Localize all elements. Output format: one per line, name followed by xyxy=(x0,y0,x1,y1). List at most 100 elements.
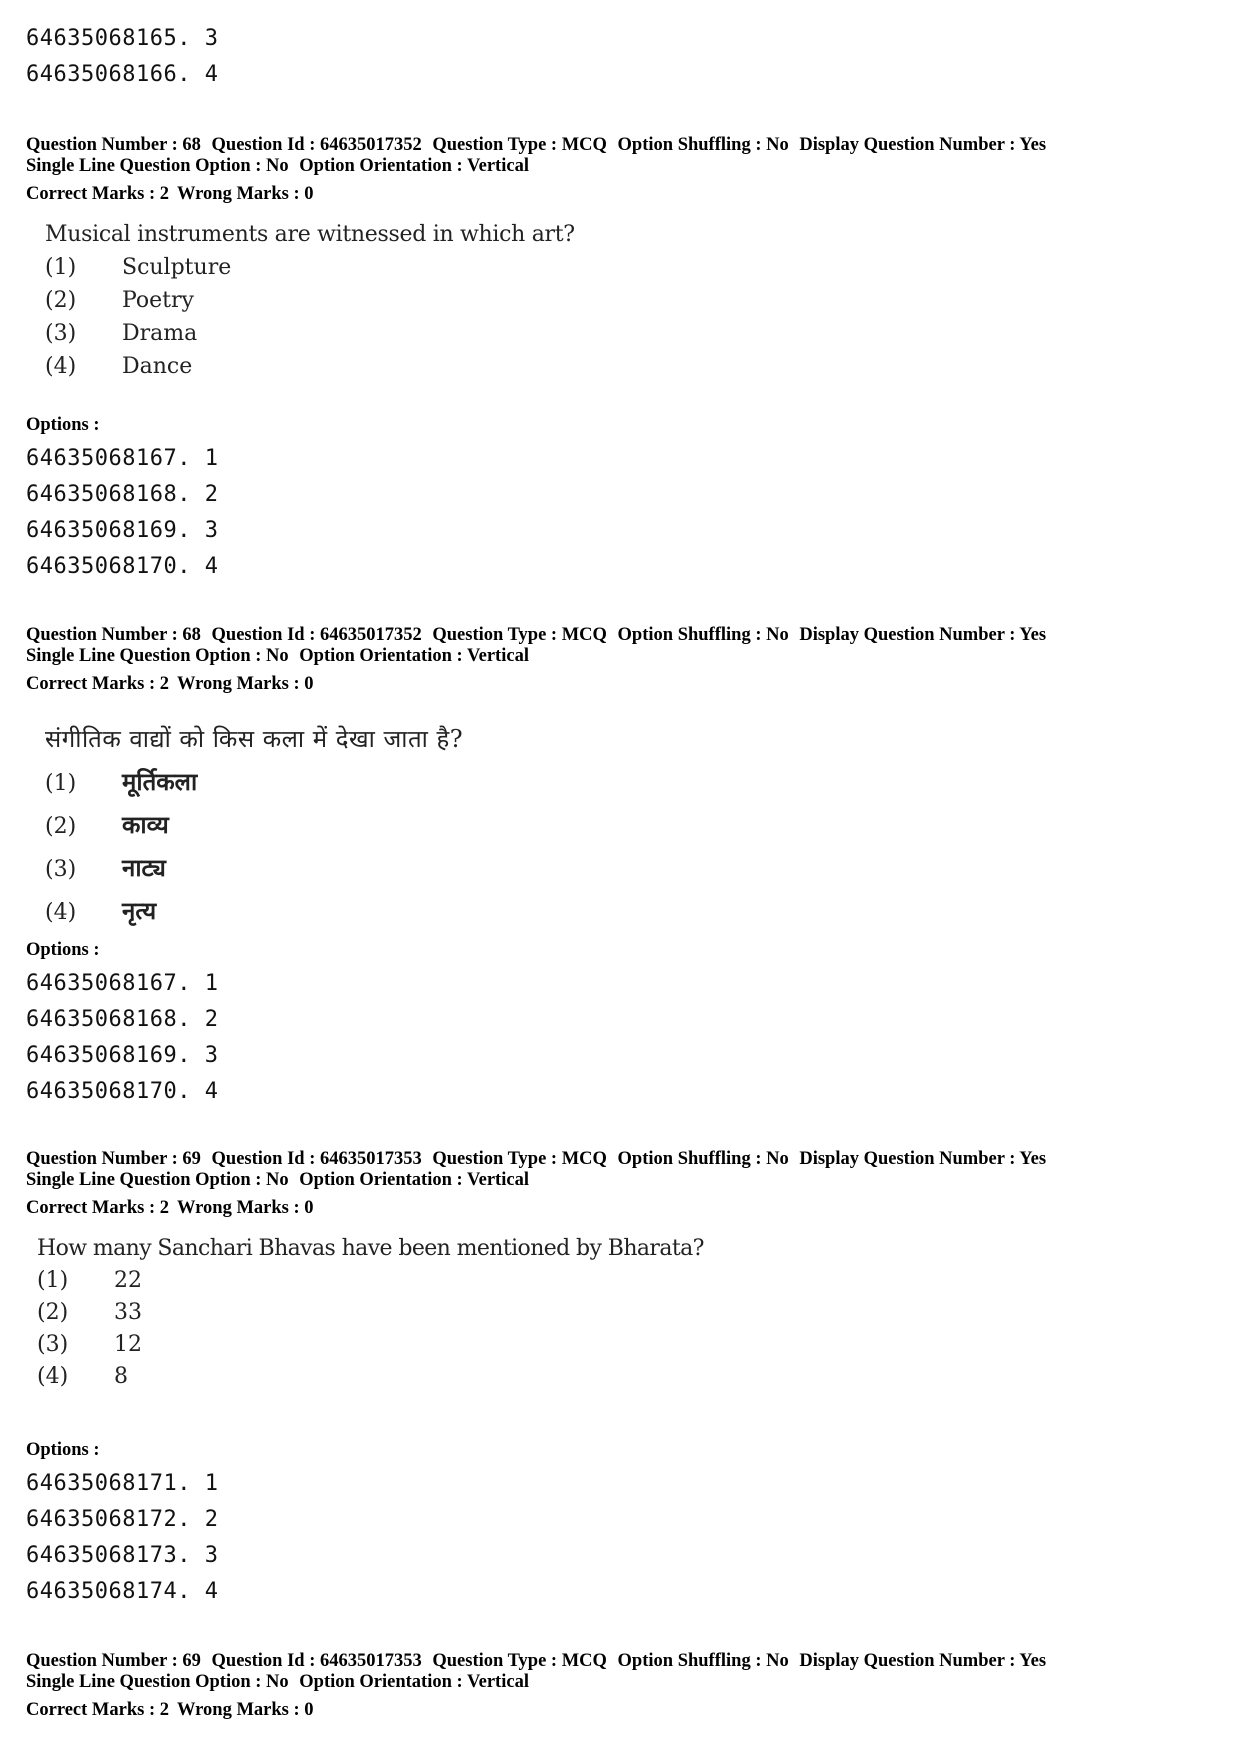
choice-text: काव्य xyxy=(122,810,169,839)
option-number: 1 xyxy=(204,1471,219,1496)
option-number: 1 xyxy=(204,971,219,996)
single-line-option: Single Line Question Option : No xyxy=(26,646,289,666)
options-label: Options : xyxy=(26,1440,100,1460)
choice-number: (4) xyxy=(37,1364,69,1389)
choice-item: (1) मूर्तिकला xyxy=(45,765,463,798)
choice-item: (3) Drama xyxy=(45,321,575,346)
choice-text: 8 xyxy=(114,1364,128,1389)
option-id-line: 64635068168. 2 xyxy=(26,1007,218,1032)
choice-text: 33 xyxy=(114,1300,142,1325)
question-header: Question Number : 68 Question Id : 64635… xyxy=(26,135,1046,177)
choice-item: (2) Poetry xyxy=(45,288,575,313)
question-header: Question Number : 68 Question Id : 64635… xyxy=(26,625,1046,667)
option-sep: . xyxy=(177,26,205,51)
wrong-marks: Wrong Marks : 0 xyxy=(176,1198,314,1218)
option-number: 3 xyxy=(204,518,219,543)
question-text: Musical instruments are witnessed in whi… xyxy=(45,222,575,247)
option-id-line: 64635068170. 4 xyxy=(26,554,218,579)
option-number: 4 xyxy=(204,1579,219,1604)
option-number: 2 xyxy=(204,1507,219,1532)
choice-item: (4) Dance xyxy=(45,354,575,379)
choice-number: (4) xyxy=(45,354,77,379)
question-id: Question Id : 64635017352 xyxy=(211,625,422,645)
option-id-line: 64635068165. 3 xyxy=(26,26,218,51)
option-id: 64635068165 xyxy=(26,26,178,51)
choice-number: (1) xyxy=(45,771,77,796)
question-header-line2: Single Line Question Option : No Option … xyxy=(26,1672,1046,1693)
question-type: Question Type : MCQ xyxy=(432,1651,607,1671)
single-line-option: Single Line Question Option : No xyxy=(26,1672,289,1692)
option-shuffling: Option Shuffling : No xyxy=(617,1149,789,1169)
option-id-line: 64635068167. 1 xyxy=(26,971,218,996)
option-id: 64635068172 xyxy=(26,1507,178,1532)
option-sep: . xyxy=(177,1471,205,1496)
option-number: 3 xyxy=(204,26,219,51)
option-sep: . xyxy=(177,971,205,996)
option-id-line: 64635068167. 1 xyxy=(26,446,218,471)
option-shuffling: Option Shuffling : No xyxy=(617,135,789,155)
option-orientation: Option Orientation : Vertical xyxy=(299,1672,529,1692)
option-shuffling: Option Shuffling : No xyxy=(617,1651,789,1671)
option-orientation: Option Orientation : Vertical xyxy=(299,1170,529,1190)
choice-text: नृत्य xyxy=(122,896,157,925)
choice-item: (1) Sculpture xyxy=(45,255,575,280)
wrong-marks: Wrong Marks : 0 xyxy=(176,1700,314,1720)
option-sep: . xyxy=(177,446,205,471)
question-number: Question Number : 68 xyxy=(26,135,201,155)
display-question-number: Display Question Number : Yes xyxy=(799,135,1047,155)
option-sep: . xyxy=(177,518,205,543)
question-header-line1: Question Number : 68 Question Id : 64635… xyxy=(26,135,1046,156)
option-id: 64635068168 xyxy=(26,482,178,507)
marks-line: Correct Marks : 2 Wrong Marks : 0 xyxy=(26,1198,314,1219)
option-id-line: 64635068166. 4 xyxy=(26,62,218,87)
option-id-line: 64635068173. 3 xyxy=(26,1543,218,1568)
choice-text: 12 xyxy=(114,1332,142,1357)
option-number: 3 xyxy=(204,1543,219,1568)
option-sep: . xyxy=(177,1079,205,1104)
option-orientation: Option Orientation : Vertical xyxy=(299,156,529,176)
options-label: Options : xyxy=(26,415,100,435)
choice-text: मूर्तिकला xyxy=(122,767,198,796)
option-id-line: 64635068174. 4 xyxy=(26,1579,218,1604)
choice-number: (1) xyxy=(45,255,77,280)
question-text: How many Sanchari Bhavas have been menti… xyxy=(37,1236,704,1261)
correct-marks: Correct Marks : 2 xyxy=(26,1700,169,1720)
document-page: 64635068165. 3 64635068166. 4 Question N… xyxy=(0,0,1240,1754)
choice-text: Drama xyxy=(122,321,198,346)
question-content: संगीतिक वाद्यों को किस कला में देखा जाता… xyxy=(45,722,463,927)
option-shuffling: Option Shuffling : No xyxy=(617,625,789,645)
question-number: Question Number : 68 xyxy=(26,625,201,645)
option-sep: . xyxy=(177,1507,205,1532)
option-number: 3 xyxy=(204,1043,219,1068)
question-header-line1: Question Number : 68 Question Id : 64635… xyxy=(26,625,1046,646)
question-content: Musical instruments are witnessed in whi… xyxy=(45,222,575,379)
choice-number: (2) xyxy=(45,814,77,839)
choice-number: (3) xyxy=(45,321,77,346)
option-id: 64635068167 xyxy=(26,446,178,471)
display-question-number: Display Question Number : Yes xyxy=(799,1651,1047,1671)
question-id: Question Id : 64635017353 xyxy=(211,1651,422,1671)
question-type: Question Type : MCQ xyxy=(432,135,607,155)
choice-item: (4) नृत्य xyxy=(45,894,463,927)
option-id: 64635068171 xyxy=(26,1471,178,1496)
option-number: 4 xyxy=(204,554,219,579)
wrong-marks: Wrong Marks : 0 xyxy=(176,674,314,694)
question-id: Question Id : 64635017352 xyxy=(211,135,422,155)
option-id: 64635068174 xyxy=(26,1579,178,1604)
choice-item: (3) नाट्य xyxy=(45,851,463,884)
option-id-line: 64635068169. 3 xyxy=(26,1043,218,1068)
option-id: 64635068167 xyxy=(26,971,178,996)
choice-number: (2) xyxy=(37,1300,69,1325)
choice-text: Poetry xyxy=(122,288,194,313)
question-type: Question Type : MCQ xyxy=(432,625,607,645)
option-sep: . xyxy=(177,1579,205,1604)
single-line-option: Single Line Question Option : No xyxy=(26,1170,289,1190)
question-number: Question Number : 69 xyxy=(26,1651,201,1671)
option-id: 64635068166 xyxy=(26,62,178,87)
choice-item: (2) काव्य xyxy=(45,808,463,841)
option-sep: . xyxy=(177,1543,205,1568)
option-id-line: 64635068169. 3 xyxy=(26,518,218,543)
question-header-line2: Single Line Question Option : No Option … xyxy=(26,1170,1046,1191)
question-text: संगीतिक वाद्यों को किस कला में देखा जाता… xyxy=(45,725,464,753)
option-id-line: 64635068172. 2 xyxy=(26,1507,218,1532)
